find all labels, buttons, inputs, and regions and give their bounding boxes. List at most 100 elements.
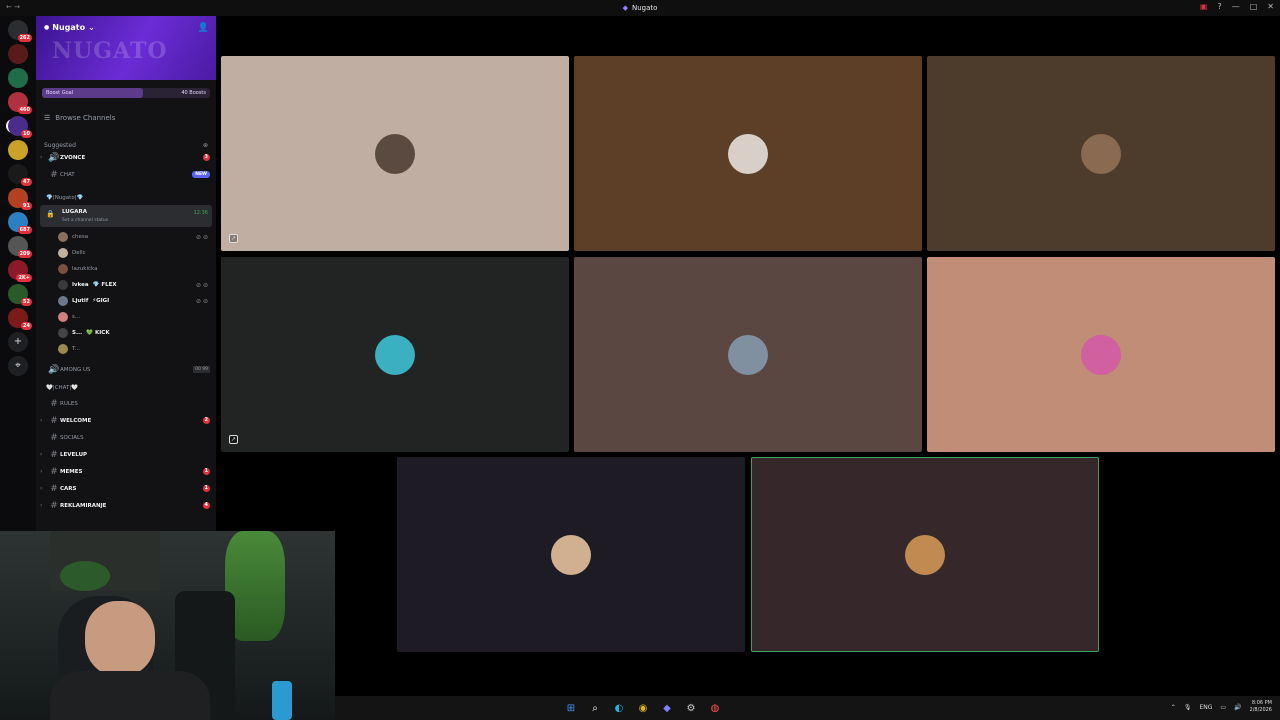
screen-share-icon[interactable]: ↗ — [229, 435, 238, 444]
browse-channels-button[interactable]: ☰ Browse Channels — [36, 98, 216, 122]
hash-icon: # — [50, 169, 58, 180]
suggested-channel[interactable]: # CHAT NEW — [36, 166, 216, 183]
video-tile[interactable] — [751, 457, 1099, 652]
hash-icon: # — [50, 432, 58, 443]
server-rail: 262 460 10 47 91 687 209 2K+ 52 24 + ⌖ — [0, 16, 36, 531]
server-icon[interactable]: 262 — [8, 20, 32, 42]
server-badge: 687 — [17, 226, 32, 234]
hash-icon: # — [50, 449, 58, 460]
windows-start-icon[interactable]: ⊞ — [563, 700, 579, 716]
text-channel[interactable]: › # REKLAMIRANJE 4 — [36, 497, 216, 514]
search-icon[interactable]: ⌕ — [587, 700, 603, 716]
boost-goal-label: Boost Goal — [46, 90, 74, 96]
server-icon[interactable]: 460 — [8, 92, 32, 114]
server-icon[interactable]: 687 — [8, 212, 32, 234]
voice-user[interactable]: Ivkea 💎 FLEX ⊘ ⊘ — [36, 277, 216, 293]
edge-browser-icon[interactable]: ◐ — [611, 700, 627, 716]
text-channel[interactable]: # SOCIALS — [36, 429, 216, 446]
text-channel[interactable]: › # CARS 1 — [36, 480, 216, 497]
obs-icon[interactable]: ◍ — [707, 700, 723, 716]
unread-badge: 1 — [202, 485, 210, 492]
video-tile[interactable] — [927, 257, 1275, 452]
hash-icon: # — [50, 398, 58, 409]
minimize-button[interactable]: — — [1232, 2, 1240, 11]
nav-back-forward[interactable]: ← → — [6, 3, 20, 11]
server-icon[interactable] — [8, 68, 28, 88]
server-icon[interactable]: 91 — [8, 188, 32, 210]
server-badge: 24 — [21, 322, 32, 330]
mic-icon[interactable]: 🎙 — [1184, 704, 1192, 711]
video-tile[interactable] — [574, 257, 922, 452]
server-icon[interactable]: 47 — [8, 164, 32, 186]
video-tile[interactable]: ↗ — [221, 257, 569, 452]
hash-icon: # — [50, 466, 58, 477]
help-icon[interactable]: ? — [1217, 2, 1221, 11]
avatar — [58, 280, 68, 290]
inbox-icon[interactable]: ▣ — [1200, 2, 1208, 11]
server-banner[interactable]: NUGATO ● Nugato ⌄ 👤 — [36, 16, 216, 80]
boost-goal-bar[interactable]: Boost Goal 40 Boosts — [42, 88, 210, 98]
tray-chevron-icon[interactable]: ⌃ — [1171, 704, 1176, 711]
category-divider-chat[interactable]: 🤍|CHAT|🤍 — [36, 381, 216, 395]
user-tag: 💎 FLEX — [92, 282, 117, 288]
server-name: Nugato — [52, 23, 86, 32]
text-channel[interactable]: › # WELCOME 2 — [36, 412, 216, 429]
server-icon[interactable]: 24 — [8, 308, 32, 330]
discover-icon[interactable]: ⌖ — [8, 356, 28, 376]
hash-icon: # — [50, 500, 58, 511]
server-badge: 10 — [21, 130, 32, 138]
maximize-button[interactable]: □ — [1250, 2, 1258, 11]
channel-status-prompt[interactable]: Set a channel status — [62, 218, 108, 223]
video-tile[interactable] — [397, 457, 745, 652]
chrome-icon[interactable]: ◉ — [635, 700, 651, 716]
settings-icon[interactable]: ⚙ — [683, 700, 699, 716]
suggested-channel[interactable]: › 🔊 ZVONCE 3 — [36, 149, 216, 166]
close-button[interactable]: ✕ — [1267, 2, 1274, 11]
user-tag: ⚡GIGI — [92, 298, 110, 304]
server-icon[interactable]: 209 — [8, 236, 32, 258]
active-voice-channel[interactable]: 🔒 LUGARA Set a channel status 12:36 — [40, 205, 212, 227]
volume-icon[interactable]: 🔊 — [1234, 704, 1241, 711]
avatar — [58, 232, 68, 242]
voice-user[interactable]: s... — [36, 309, 216, 325]
server-icon[interactable] — [8, 44, 28, 64]
text-channel[interactable]: # RULES — [36, 395, 216, 412]
server-name-header[interactable]: ● Nugato ⌄ — [44, 23, 95, 32]
voice-user[interactable]: T... — [36, 341, 216, 357]
participant-avatar — [551, 534, 591, 575]
language-indicator[interactable]: ENG — [1199, 704, 1212, 711]
channel-badge: 3 — [202, 154, 210, 161]
server-icon[interactable] — [8, 140, 28, 160]
voice-user[interactable]: Ljutif ⚡GIGI ⊘ ⊘ — [36, 293, 216, 309]
discord-logo-icon: ◆ — [622, 4, 628, 12]
add-server-icon[interactable]: + — [8, 332, 28, 352]
discord-taskbar-icon[interactable]: ◆ — [659, 700, 675, 716]
video-tile[interactable]: ↗ — [221, 56, 569, 251]
voice-user[interactable]: lazukićka — [36, 261, 216, 277]
text-channel[interactable]: › # MEMES 1 — [36, 463, 216, 480]
network-icon[interactable]: ▭ — [1220, 704, 1226, 711]
voice-channel-among-us[interactable]: 🔊 AMONG US 00 99 — [36, 361, 216, 378]
server-icon[interactable]: 10 — [8, 116, 32, 138]
category-divider[interactable]: 💎|Nugato|💎 — [36, 191, 216, 205]
invite-user-icon[interactable]: 👤 — [198, 23, 209, 33]
server-badge: 209 — [17, 250, 32, 258]
avatar — [58, 312, 68, 322]
server-badge: 52 — [21, 298, 32, 306]
speaker-icon: 🔊 — [48, 364, 60, 375]
server-icon[interactable]: 52 — [8, 284, 32, 306]
voice-user[interactable]: chesa ⊘ ⊘ — [36, 229, 216, 245]
screen-share-icon[interactable]: ↗ — [229, 234, 238, 243]
clock[interactable]: 8:06 PM 2/8/2026 — [1250, 700, 1272, 714]
participant-avatar — [1081, 334, 1121, 375]
voice-user[interactable]: Dellc — [36, 245, 216, 261]
browse-icon: ☰ — [44, 114, 51, 122]
video-tile[interactable] — [927, 56, 1275, 251]
video-tile[interactable] — [574, 56, 922, 251]
avatar — [58, 248, 68, 258]
text-channel[interactable]: › # LEVELUP — [36, 446, 216, 463]
dismiss-icon[interactable]: ⊗ — [203, 142, 208, 149]
server-icon[interactable]: 2K+ — [8, 260, 32, 282]
voice-user[interactable]: S... 💚 KICK — [36, 325, 216, 341]
banner-logo-text: NUGATO — [52, 38, 168, 64]
